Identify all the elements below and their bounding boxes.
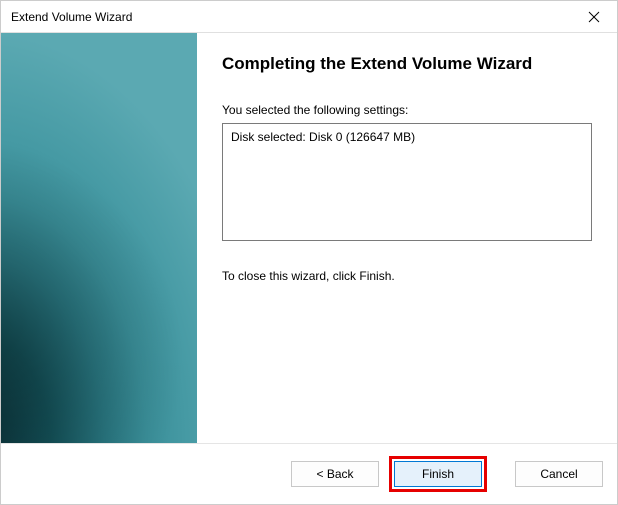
wizard-sidebar-image [1, 33, 197, 443]
close-icon [588, 11, 600, 23]
settings-summary-box: Disk selected: Disk 0 (126647 MB) [222, 123, 592, 241]
wizard-footer: < Back Finish Cancel [1, 443, 617, 504]
back-button[interactable]: < Back [291, 461, 379, 487]
finish-highlight: Finish [389, 456, 487, 492]
instruction-text: To close this wizard, click Finish. [222, 269, 592, 283]
window-title: Extend Volume Wizard [11, 10, 132, 24]
wizard-window: Extend Volume Wizard Completing the Exte… [0, 0, 618, 505]
wizard-content: Completing the Extend Volume Wizard You … [197, 33, 617, 443]
cancel-button[interactable]: Cancel [515, 461, 603, 487]
close-button[interactable] [571, 1, 617, 33]
settings-label: You selected the following settings: [222, 103, 592, 117]
page-heading: Completing the Extend Volume Wizard [222, 53, 592, 75]
wizard-body: Completing the Extend Volume Wizard You … [1, 33, 617, 443]
finish-button[interactable]: Finish [394, 461, 482, 487]
settings-line: Disk selected: Disk 0 (126647 MB) [231, 130, 583, 144]
titlebar: Extend Volume Wizard [1, 1, 617, 33]
